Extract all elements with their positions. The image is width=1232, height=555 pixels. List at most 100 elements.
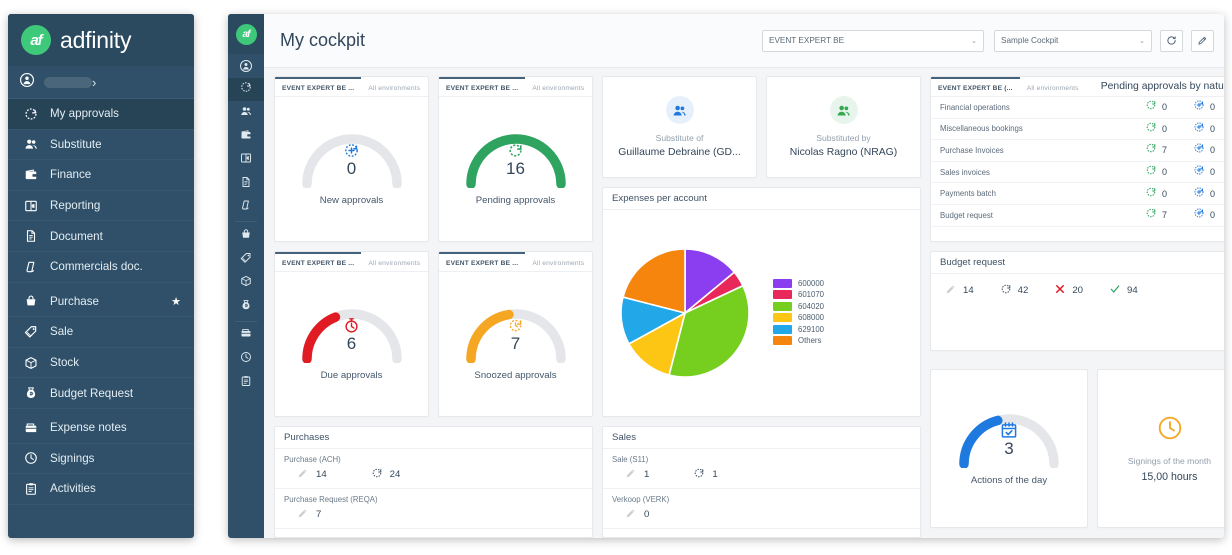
card-actions-of-the-day[interactable]: 3 Actions of the day [930,369,1088,528]
sidebar-item-budget-request[interactable]: Budget Request [8,378,194,409]
nature-other-cell: 0 [1193,185,1224,203]
environment-select[interactable]: EVENT EXPERT BE ⌄ [762,29,984,52]
card-tab-secondary[interactable]: All environments [525,252,591,267]
legend-item[interactable]: 629100 [773,324,824,334]
card-tab-primary[interactable]: EVENT EXPERT BE ... [439,252,526,267]
nature-row[interactable]: Sales invoices 0 0 [931,162,1224,184]
snooze-clock-icon [507,317,524,334]
adfinity-logo-icon-small: af [235,23,257,45]
budget-stat[interactable]: 20 [1054,283,1083,298]
pie-legend: 600000 601070 604020 608000 629100 Others [773,278,824,348]
rail-item-reporting[interactable] [228,148,264,172]
list-stat[interactable]: 7 [297,507,321,522]
rail-item-sale[interactable] [228,248,264,272]
card-tab-primary[interactable]: EVENT EXPERT BE ... [275,252,362,267]
check-icon [1109,283,1121,298]
sidebar-item-reporting[interactable]: Reporting [8,191,194,222]
rail-item-commercials-doc[interactable] [228,196,264,220]
nature-tab-secondary[interactable]: All environments [1020,77,1086,92]
list-stat[interactable]: 14 [297,467,327,482]
purchases-body: Purchase (ACH) 14 24 Purchase Request (REQA… [275,449,592,537]
card-tab-primary[interactable]: EVENT EXPERT BE ... [439,77,526,92]
nature-other-cell: 0 [1193,141,1224,159]
sidebar-item-sale[interactable]: Sale [8,317,194,348]
nature-title: Pending approvals by nature [1100,81,1224,92]
sidebar-item-substitute[interactable]: Substitute [8,130,194,161]
card-tab-secondary[interactable]: All environments [525,77,591,92]
budget-stat[interactable]: 94 [1109,283,1138,298]
rail-item-stock[interactable] [228,271,264,295]
budget-stat[interactable]: 14 [945,283,974,298]
rail-item-activities[interactable] [228,371,264,395]
list-stat[interactable]: 0 [625,507,649,522]
card-tab-secondary[interactable]: All environments [361,252,427,267]
sidebar-item-label: Purchase [50,294,99,308]
sidebar-item-stock[interactable]: Stock [8,348,194,379]
legend-item[interactable]: 604020 [773,301,824,311]
rail-item-finance[interactable] [228,125,264,149]
sidebar-item-commercials-doc[interactable]: Commercials doc. [8,252,194,283]
add-refresh-icon [1193,120,1205,138]
nature-row[interactable]: Purchase Invoices 7 0 [931,140,1224,162]
rail-separator [235,221,257,223]
legend-item[interactable]: Others [773,336,824,345]
chevron-right-icon: › [92,74,97,90]
card-due-approvals[interactable]: EVENT EXPERT BE ... All environments 6 Due … [274,251,429,417]
card-snoozed-approvals[interactable]: EVENT EXPERT BE ... All environments 7 Snoo… [438,251,593,417]
rail-item-signings[interactable] [228,347,264,371]
budget-stat[interactable]: 42 [1000,283,1028,298]
nature-row[interactable]: Payments batch 0 0 [931,183,1224,205]
card-substitute-of[interactable]: Substitute of Guillaume Debraine (GD... [602,76,757,178]
page-corner-icon [21,260,40,274]
favorite-star-icon[interactable]: ★ [171,295,181,308]
rail-item-my-approvals[interactable] [228,77,264,102]
rail-item-user[interactable] [228,54,264,78]
list-stat[interactable]: 24 [371,467,400,482]
cockpit-select[interactable]: Sample Cockpit ⌄ [994,29,1152,52]
gauge-label: New approvals [319,195,384,206]
sidebar-item-label: Finance [50,168,92,182]
sidebar-item-document[interactable]: Document [8,221,194,252]
list-stat[interactable]: 1 [693,467,718,482]
sidebar-item-expense-notes[interactable]: Expense notes [8,413,194,444]
sidebar-item-my-approvals[interactable]: My approvals [8,99,194,130]
rail-item-expense-notes[interactable] [228,324,264,348]
rail-item-purchase[interactable] [228,224,264,248]
card-budget-request: Budget request 14 42 20 94 [930,251,1224,351]
nature-row[interactable]: Miscellaneous bookings 0 0 [931,119,1224,141]
legend-item[interactable]: 600000 [773,278,824,288]
legend-swatch [773,290,792,299]
card-pending-approvals[interactable]: EVENT EXPERT BE ... All environments 16 Pen… [438,76,593,242]
nature-tab-primary[interactable]: EVENT EXPERT BE (... [931,77,1020,92]
card-tab-primary[interactable]: EVENT EXPERT BE ... [275,77,362,92]
rail-menu [228,77,264,395]
rail-item-substitute[interactable] [228,101,264,125]
nature-row[interactable]: Budget request 7 0 [931,205,1224,227]
user-avatar-icon [20,72,34,92]
edit-button[interactable] [1191,29,1214,52]
list-stat-value: 1 [712,469,718,480]
sidebar-item-label: Budget Request [50,386,134,400]
user-account-row[interactable]: › [8,66,194,99]
icon-rail: af [228,14,264,538]
legend-item[interactable]: 608000 [773,313,824,322]
sidebar-item-activities[interactable]: Activities [8,474,194,505]
sales-title: Sales [603,427,920,449]
card-tab-secondary[interactable]: All environments [361,77,427,92]
card-signings[interactable]: Signings of the month 15,00 hours [1097,369,1224,528]
list-group-values: 7 [275,504,592,529]
card-new-approvals[interactable]: EVENT EXPERT BE ... All environments 0 New … [274,76,429,242]
refresh-button[interactable] [1160,29,1183,52]
sidebar-item-purchase[interactable]: Purchase ★ [8,287,194,318]
legend-item[interactable]: 601070 [773,290,824,299]
list-stat[interactable]: 1 [625,467,649,482]
card-substituted-by[interactable]: Substituted by Nicolas Ragno (NRAG) [766,76,921,178]
sidebar-item-signings[interactable]: Signings [8,444,194,475]
refresh-icon [1145,98,1157,116]
gauge-label: Due approvals [320,370,383,381]
document-icon [240,175,252,193]
rail-item-budget-request[interactable] [228,295,264,319]
sidebar-item-finance[interactable]: Finance [8,160,194,191]
nature-row[interactable]: Financial operations 0 0 [931,97,1224,119]
rail-item-document[interactable] [228,172,264,196]
